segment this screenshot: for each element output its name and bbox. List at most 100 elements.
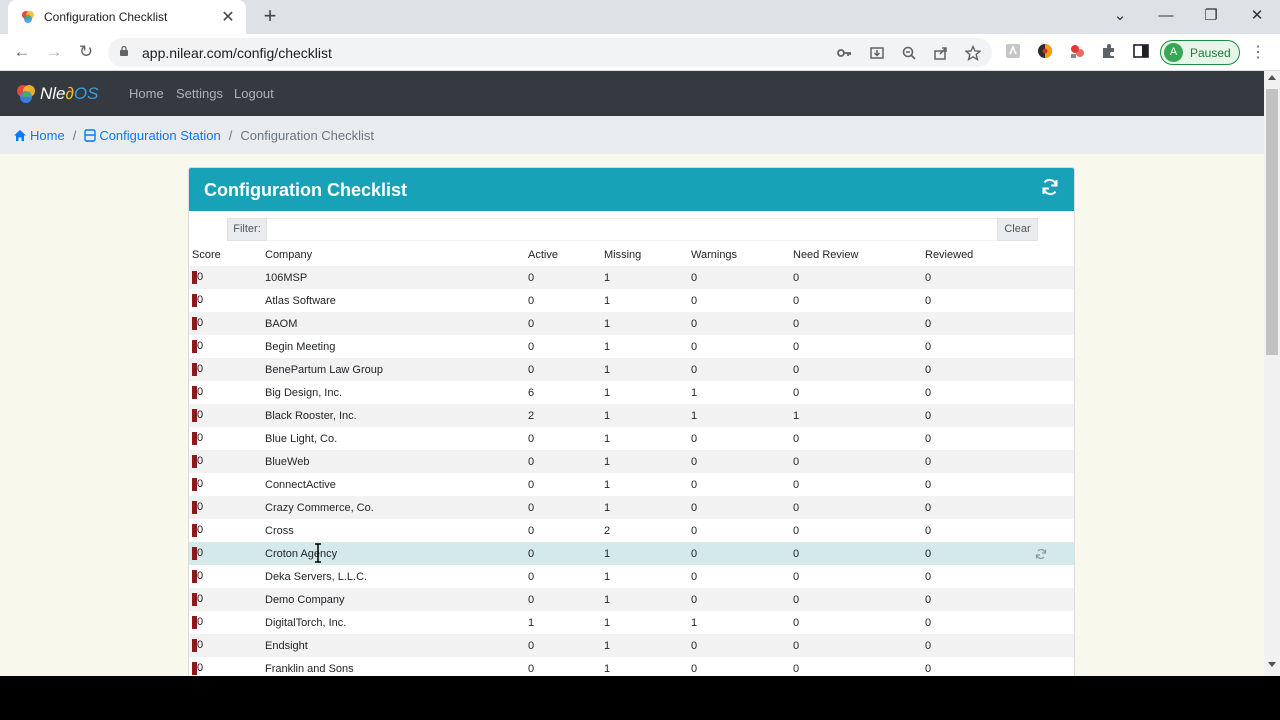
bookmark-star-icon[interactable]: [965, 45, 981, 61]
address-bar[interactable]: app.nilear.com/config/checklist: [108, 38, 992, 67]
table-row[interactable]: 0 Atlas Software 0 1 0 0 0: [189, 289, 1074, 312]
cell-active: 0: [528, 593, 535, 606]
table-row[interactable]: 0 Crazy Commerce, Co. 0 1 0 0 0: [189, 496, 1074, 519]
extension-grey-icon[interactable]: [1004, 42, 1022, 60]
table-row[interactable]: 0 Big Design, Inc. 6 1 1 0 0: [189, 381, 1074, 404]
cell-action: [1035, 381, 1074, 404]
scroll-thumb[interactable]: [1266, 89, 1278, 355]
score-value: 0: [192, 478, 203, 491]
cell-need-review: 1: [793, 409, 800, 422]
breadcrumb-station[interactable]: Configuration Station: [84, 128, 221, 143]
nav-logout-link[interactable]: Logout: [234, 86, 274, 101]
browser-menu-icon[interactable]: ⋮: [1250, 42, 1266, 62]
side-panel-icon[interactable]: [1132, 42, 1150, 60]
table-row[interactable]: 0 106MSP 0 1 0 0 0: [189, 266, 1074, 289]
cell-missing: 1: [604, 363, 611, 376]
cell-company: Black Rooster, Inc.: [265, 409, 357, 422]
table-row[interactable]: 0 Endsight 0 1 0 0 0: [189, 634, 1074, 657]
avatar: A: [1164, 43, 1183, 62]
extension-color-icon[interactable]: [1036, 42, 1054, 60]
score-value: 0: [192, 616, 203, 629]
cell-reviewed: 0: [925, 386, 932, 399]
table-row[interactable]: 0 ConnectActive 0 1 0 0 0: [189, 473, 1074, 496]
reload-icon[interactable]: ↻: [74, 40, 98, 64]
table-row[interactable]: 0 Cross 0 2 0 0 0: [189, 519, 1074, 542]
header-active[interactable]: Active: [528, 244, 604, 266]
table-row[interactable]: 0 DigitalTorch, Inc. 1 1 1 0 0: [189, 611, 1074, 634]
table-row[interactable]: 0 BenePartum Law Group 0 1 0 0 0: [189, 358, 1074, 381]
score-value: 0: [192, 570, 203, 583]
profile-button[interactable]: A Paused: [1160, 40, 1240, 65]
header-need-review[interactable]: Need Review: [793, 244, 925, 266]
cell-action: [1035, 404, 1074, 427]
table-row[interactable]: 0 Begin Meeting 0 1 0 0 0: [189, 335, 1074, 358]
forward-icon[interactable]: →: [42, 40, 66, 64]
table-row[interactable]: 0 Demo Company 0 1 0 0 0: [189, 588, 1074, 611]
tab-strip: Configuration Checklist ✕ + ⌄ — ❐ ✕: [0, 0, 1280, 34]
tab-search-icon[interactable]: ⌄: [1097, 0, 1143, 34]
extension-red-icon[interactable]: [1068, 42, 1086, 60]
cell-action: [1035, 565, 1074, 588]
score-value: 0: [192, 340, 203, 353]
browser-tab[interactable]: Configuration Checklist ✕: [8, 0, 246, 34]
header-reviewed[interactable]: Reviewed: [925, 244, 1035, 266]
cell-score: 0: [189, 588, 265, 611]
table-row[interactable]: 0 Black Rooster, Inc. 2 1 1 1 0: [189, 404, 1074, 427]
cell-reviewed: 0: [925, 501, 932, 514]
refresh-icon[interactable]: [1040, 177, 1060, 197]
share-icon[interactable]: [933, 45, 949, 61]
install-icon[interactable]: [869, 45, 885, 61]
key-icon[interactable]: [836, 45, 852, 61]
cell-company: BenePartum Law Group: [265, 363, 384, 376]
cell-need-review: 0: [793, 524, 800, 537]
new-tab-button[interactable]: +: [258, 4, 282, 28]
nav-settings-link[interactable]: Settings: [176, 86, 223, 101]
cell-missing: 1: [604, 386, 611, 399]
filter-input[interactable]: [267, 218, 998, 241]
window-close-icon[interactable]: ✕: [1234, 0, 1280, 34]
cell-score: 0: [189, 335, 265, 358]
score-value: 0: [192, 455, 203, 468]
back-icon[interactable]: ←: [10, 40, 34, 64]
scroll-down-icon[interactable]: [1268, 662, 1276, 667]
page-title: Configuration Checklist: [204, 180, 408, 200]
cell-score: 0: [189, 266, 265, 289]
page-scrollbar[interactable]: [1264, 71, 1280, 676]
cell-missing: 1: [604, 478, 611, 491]
table-row[interactable]: 0 BlueWeb 0 1 0 0 0: [189, 450, 1074, 473]
extensions-puzzle-icon[interactable]: [1100, 42, 1118, 60]
cell-missing: 1: [604, 662, 611, 675]
brand-logo[interactable]: Nle∂OS: [15, 83, 98, 105]
app-navbar: Nle∂OS Home Settings Logout: [0, 71, 1264, 116]
cell-reviewed: 0: [925, 662, 932, 675]
header-score[interactable]: Score: [189, 244, 265, 266]
table-header-row: Score Company Active Missing Warnings Ne…: [189, 244, 1074, 266]
table-row[interactable]: 0 Franklin and Sons 0 1 0 0 0: [189, 657, 1074, 676]
score-value: 0: [192, 524, 203, 537]
breadcrumb-home[interactable]: Home: [13, 128, 65, 143]
header-company[interactable]: Company: [265, 244, 528, 266]
zoom-icon[interactable]: [901, 45, 917, 61]
clear-button[interactable]: Clear: [997, 218, 1038, 241]
breadcrumb-separator: /: [72, 127, 77, 143]
profile-status: Paused: [1190, 45, 1231, 60]
tab-close-icon[interactable]: ✕: [220, 7, 236, 27]
cell-warnings: 0: [691, 501, 698, 514]
cell-need-review: 0: [793, 570, 800, 583]
header-missing[interactable]: Missing: [604, 244, 691, 266]
cell-score: 0: [189, 404, 265, 427]
cell-missing: 1: [604, 409, 611, 422]
score-value: 0: [192, 271, 203, 284]
table-row[interactable]: 0 Blue Light, Co. 0 1 0 0 0: [189, 427, 1074, 450]
scroll-up-icon[interactable]: [1268, 75, 1276, 80]
minimize-icon[interactable]: —: [1143, 0, 1189, 34]
row-refresh-icon[interactable]: [1035, 548, 1047, 560]
cell-action: [1035, 634, 1074, 657]
table-row[interactable]: 0 BAOM 0 1 0 0 0: [189, 312, 1074, 335]
cell-company: 106MSP: [265, 271, 308, 284]
nav-home-link[interactable]: Home: [129, 86, 164, 101]
header-warnings[interactable]: Warnings: [691, 244, 793, 266]
restore-icon[interactable]: ❐: [1188, 0, 1234, 34]
table-row[interactable]: 0 Deka Servers, L.L.C. 0 1 0 0 0: [189, 565, 1074, 588]
tab-title: Configuration Checklist: [44, 10, 168, 24]
